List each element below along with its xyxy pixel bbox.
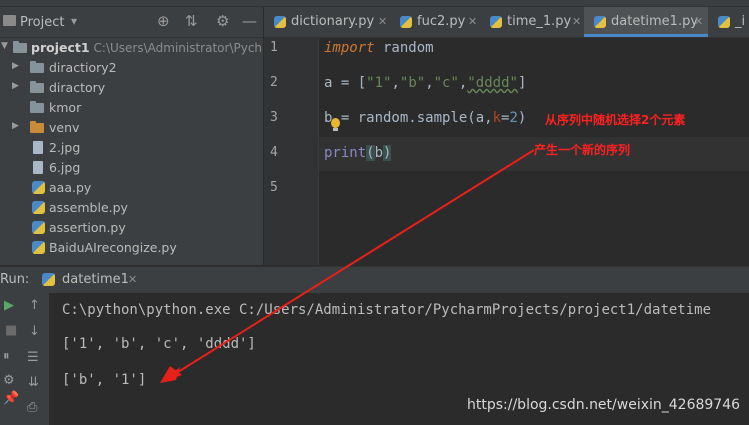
annotation-arrow [160, 149, 535, 383]
watermark: https://blog.csdn.net/weixin_42689746 [467, 397, 741, 413]
